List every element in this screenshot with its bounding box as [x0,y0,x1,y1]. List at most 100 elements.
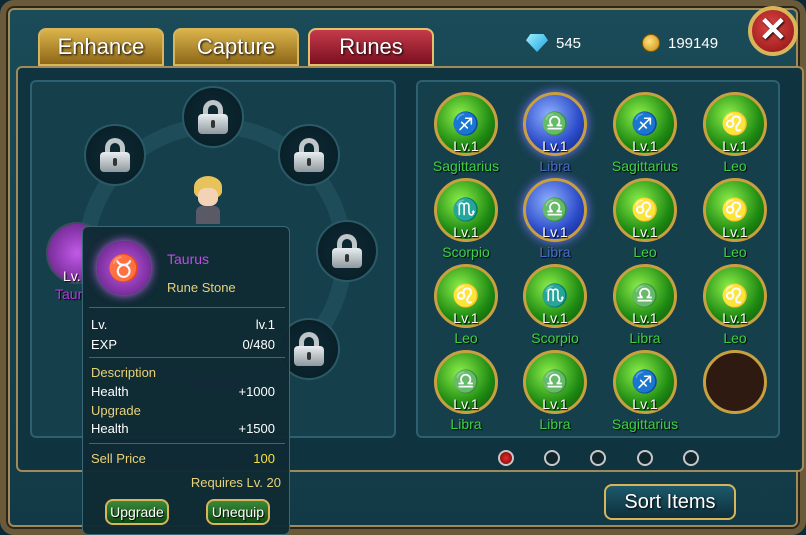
page-dot-1[interactable] [498,450,514,466]
rune-item-scorpio[interactable]: ♏ Lv.1 Scorpio [510,264,600,356]
gold-counter: 199149 [642,34,718,52]
rune-slot-locked[interactable] [316,220,378,282]
page-dot-4[interactable] [637,450,653,466]
sell-price-row: Sell Price 100 [91,451,275,466]
empty-inventory-slot[interactable] [703,350,767,414]
rune-item-leo[interactable]: ♌ Lv.1 Leo [690,178,780,270]
zodiac-glyph-icon: ♌ [721,283,749,308]
zodiac-glyph-icon: ♎ [541,197,569,222]
rune-name: Leo [723,158,747,174]
zodiac-glyph-icon: ♌ [721,111,749,136]
sort-items-button[interactable]: Sort Items [604,484,736,520]
rune-level: Lv.1 [722,224,748,240]
taurus-rune-icon: ♉ [97,241,151,295]
zodiac-glyph-icon: ♐ [631,111,659,136]
rune-name: Libra [539,244,571,260]
rune-level: Lv.1 [632,224,658,240]
rune-level: Lv.1 [453,138,479,154]
rune-item-leo[interactable]: ♌ Lv.1 Leo [421,264,511,356]
zodiac-glyph-icon: ♌ [631,197,659,222]
zodiac-glyph-icon: ♏ [452,197,480,222]
divider [89,307,285,308]
zodiac-glyph-icon: ♎ [631,283,659,308]
zodiac-glyph-icon: ♏ [541,283,569,308]
zodiac-glyph-icon: ♎ [452,369,480,394]
zodiac-glyph-icon: ♐ [631,369,659,394]
rune-level: Lv.1 [632,396,658,412]
rune-item-leo[interactable]: ♌ Lv.1 Leo [690,92,780,184]
rune-item-leo[interactable]: ♌ Lv.1 Leo [690,264,780,356]
lock-icon [292,138,326,172]
rune-name: Sagittarius [611,416,679,432]
rune-item-libra[interactable]: ♎ Lv.1 Libra [510,178,600,270]
rune-item-sagittarius[interactable]: ♐ Lv.1 Sagittarius [600,92,690,184]
rune-slot-locked[interactable] [84,124,146,186]
rune-item-libra[interactable]: ♎ Lv.1 Libra [421,350,511,442]
zodiac-glyph-icon: ♌ [452,283,480,308]
rune-name: Scorpio [531,330,579,346]
level-row: Lv. lv.1 [91,317,275,332]
description-stat-row: Health +1000 [91,384,275,399]
hero-avatar [188,176,228,224]
rune-name: Sagittarius [432,158,500,174]
page-dot-2[interactable] [544,450,560,466]
rune-level: Lv.1 [542,396,568,412]
tab-enhance[interactable]: Enhance [38,28,164,66]
exp-row: EXP 0/480 [91,337,275,352]
zodiac-glyph-icon: ♎ [541,111,569,136]
rune-tooltip: ♉ Taurus Rune Stone Lv. lv.1 EXP 0/480 Des… [82,226,290,535]
rune-name: Leo [723,244,747,260]
gem-amount: 545 [556,34,582,52]
rune-name: Sagittarius [611,158,679,174]
rune-level: Lv.1 [722,310,748,326]
tooltip-rune-type: Rune Stone [167,280,236,295]
rune-name: Libra [450,416,482,432]
equipped-rune-level: Lv. [63,268,81,284]
rune-item-sagittarius[interactable]: ♐ Lv.1 Sagittarius [421,92,511,184]
lock-icon [292,332,326,366]
divider [89,357,285,358]
rune-item-libra[interactable]: ♎ Lv.1 Libra [600,264,690,356]
rune-item-leo[interactable]: ♌ Lv.1 Leo [600,178,690,270]
rune-name: Leo [633,244,657,260]
rune-item-sagittarius[interactable]: ♐ Lv.1 Sagittarius [600,350,690,442]
close-icon: ✕ [758,11,788,49]
rune-level: Lv.1 [542,224,568,240]
gem-icon [526,34,548,52]
tooltip-rune-name: Taurus [167,251,210,267]
gem-counter: 545 [526,34,581,52]
rune-slot-locked[interactable] [278,124,340,186]
requirement-text: Requires Lv. 20 [190,475,281,490]
rune-level: Lv.1 [453,310,479,326]
rune-level: Lv.1 [453,224,479,240]
page-dot-5[interactable] [683,450,699,466]
close-button[interactable]: ✕ [748,6,798,56]
rune-slot-locked[interactable] [182,86,244,148]
rune-level: Lv.1 [632,310,658,326]
tab-capture[interactable]: Capture [173,28,299,66]
unequip-button[interactable]: Unequip [206,499,270,525]
divider [89,443,285,444]
rune-name: Libra [539,158,571,174]
upgrade-stat-row: Health +1500 [91,421,275,436]
rune-item-libra[interactable]: ♎ Lv.1 Libra [510,350,600,442]
lock-icon [330,234,364,268]
lock-icon [196,100,230,134]
rune-name: Leo [454,330,478,346]
zodiac-glyph-icon: ♐ [452,111,480,136]
gold-amount: 199149 [668,34,719,52]
lock-icon [98,138,132,172]
rune-item-libra[interactable]: ♎ Lv.1 Libra [510,92,600,184]
upgrade-heading: Upgrade [91,403,141,418]
description-heading: Description [91,365,157,380]
rune-level: Lv.1 [722,138,748,154]
tab-runes[interactable]: Runes [308,28,434,66]
rune-name: Libra [539,416,571,432]
rune-level: Lv.1 [542,138,568,154]
equipped-rune-name: Taur [55,286,83,302]
rune-name: Scorpio [442,244,490,260]
page-dot-3[interactable] [590,450,606,466]
rune-item-scorpio[interactable]: ♏ Lv.1 Scorpio [421,178,511,270]
upgrade-button[interactable]: Upgrade [105,499,169,525]
rune-level: Lv.1 [632,138,658,154]
